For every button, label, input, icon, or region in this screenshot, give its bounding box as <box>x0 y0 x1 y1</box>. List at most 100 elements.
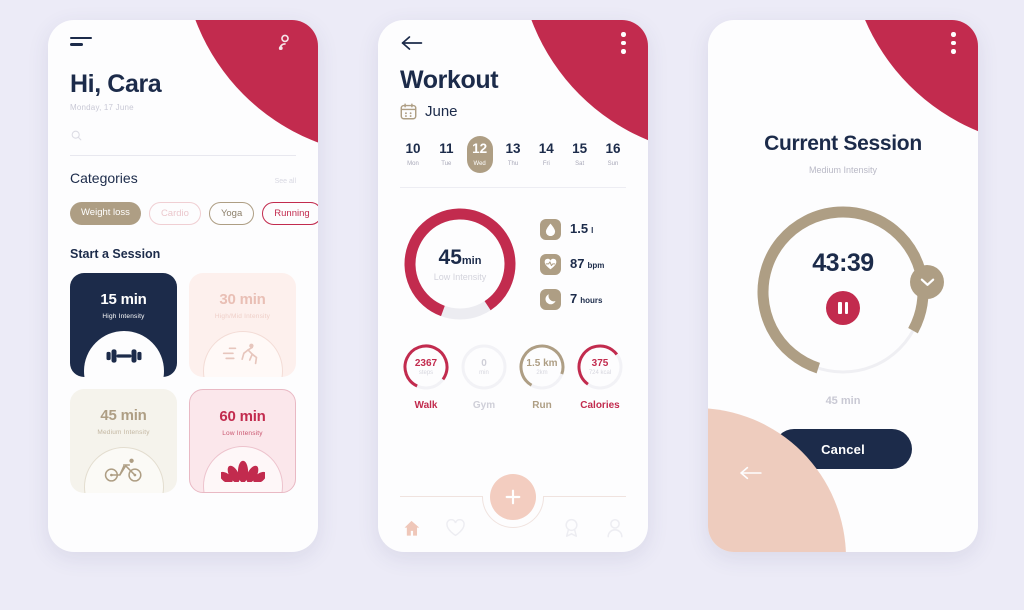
stat-heartrate: 87 bpm <box>540 253 605 275</box>
date-number: 16 <box>605 141 621 156</box>
month-name: June <box>425 103 458 120</box>
category-chip-yoga[interactable]: Yoga <box>208 202 255 225</box>
session-card-intensity: High Intensity <box>102 313 145 320</box>
session-card-time: 15 min <box>100 291 147 308</box>
metric-value: 375 <box>591 358 609 369</box>
categories-header: Categories See all <box>70 170 296 186</box>
plus-icon <box>505 489 521 505</box>
water-drop-icon <box>540 218 561 240</box>
session-duration: 45 min <box>825 395 861 407</box>
date-number: 12 <box>472 141 488 156</box>
chevron-down-icon <box>920 278 934 286</box>
metric-calories[interactable]: 375 724 kcal Calories <box>574 342 626 411</box>
session-subtitle: Medium Intensity <box>808 165 878 175</box>
bottom-navigation <box>378 474 648 552</box>
date-cell-11[interactable]: 11 Tue <box>433 136 459 173</box>
stat-water: 1.5 l <box>540 218 604 240</box>
home-icon[interactable] <box>402 519 421 538</box>
stat-unit: l <box>591 226 594 235</box>
heart-icon[interactable] <box>446 519 465 537</box>
dumbbell-icon <box>106 349 141 363</box>
category-chip-weight-loss[interactable]: Weight loss <box>70 202 141 225</box>
date-number: 10 <box>405 141 421 156</box>
metric-ring-row: 2367 steps Walk 0 min Gym 1.5 km 2km Run… <box>400 342 626 411</box>
metric-gym[interactable]: 0 min Gym <box>458 342 510 411</box>
pause-button[interactable] <box>826 291 860 325</box>
date-dow: Thu <box>507 161 519 167</box>
runner-icon <box>222 343 257 365</box>
hamburger-icon[interactable] <box>70 36 94 50</box>
stat-value: 87 <box>570 256 585 271</box>
month-selector[interactable]: June <box>400 103 626 120</box>
session-card-45min[interactable]: 45 min Medium Intensity <box>70 389 177 493</box>
award-icon[interactable] <box>562 518 581 538</box>
date-cell-10[interactable]: 10 Mon <box>400 136 426 173</box>
date-dow: Mon <box>407 161 419 167</box>
metric-value: 0 <box>481 358 487 369</box>
date-dow: Sun <box>607 161 619 167</box>
stat-value: 1.5 <box>570 221 589 236</box>
session-topbar <box>708 20 978 66</box>
timer-value: 43:39 <box>812 249 874 277</box>
date-dow: Sat <box>575 161 585 167</box>
workout-topbar <box>378 20 648 66</box>
session-title: Current Session <box>764 132 922 155</box>
section-divider <box>400 187 626 188</box>
date-dow: Tue <box>441 161 452 167</box>
date-cell-14[interactable]: 14 Fri <box>533 136 559 173</box>
ring-handle[interactable] <box>910 265 944 299</box>
nav-icon-row <box>402 518 624 538</box>
page-title: Workout <box>400 66 499 94</box>
date-cell-12-selected[interactable]: 12 Wed <box>466 136 493 173</box>
date-number: 14 <box>538 141 554 156</box>
category-chip-list: Weight loss Cardio Yoga Running <box>70 202 318 225</box>
arrow-left-icon[interactable] <box>738 464 764 482</box>
session-card-60min[interactable]: 60 min Low Intensity <box>189 389 296 493</box>
category-chip-running[interactable]: Running <box>262 202 318 225</box>
stat-value: 7 <box>570 291 578 306</box>
heartbeat-icon <box>540 253 561 275</box>
metric-walk[interactable]: 2367 steps Walk <box>400 342 452 411</box>
categories-title: Categories <box>70 170 138 186</box>
timer-ring: 43:39 <box>748 197 944 387</box>
category-chip-cardio[interactable]: Cardio <box>148 202 201 225</box>
session-card-time: 60 min <box>219 408 266 425</box>
session-card-intensity: High/Mid Intensity <box>214 313 271 320</box>
session-card-30min[interactable]: 30 min High/Mid Intensity <box>189 273 296 377</box>
session-card-15min[interactable]: 15 min High Intensity <box>70 273 177 377</box>
stat-sleep: 7 hours <box>540 288 604 310</box>
stat-list: 1.5 l 87 bpm 7 hours <box>540 218 605 310</box>
home-topbar <box>48 20 318 66</box>
metric-sub: 2km <box>536 370 548 376</box>
session-card-time: 30 min <box>219 291 266 308</box>
date-cell-13[interactable]: 13 Thu <box>500 136 526 173</box>
main-progress-ring: 45min Low Intensity <box>400 204 520 324</box>
kebab-menu-icon[interactable] <box>951 32 956 54</box>
metric-run[interactable]: 1.5 km 2km Run <box>516 342 568 411</box>
summary-row: 45min Low Intensity 1.5 l 87 bpm 7 hours <box>400 204 626 324</box>
phone-screen-workout: Workout June 10 Mon 11 Tue 12 Wed 13 Thu… <box>378 20 648 552</box>
calendar-icon <box>400 103 417 120</box>
search-field[interactable] <box>70 129 296 156</box>
main-ring-value: 45 <box>438 246 462 269</box>
metric-name: Run <box>532 400 552 411</box>
stat-unit: bpm <box>587 261 605 270</box>
mockup-stage: Hi, Cara Monday, 17 June Categories See … <box>0 0 1024 610</box>
stat-unit: hours <box>580 296 603 305</box>
date-number: 13 <box>505 141 521 156</box>
see-all-link[interactable]: See all <box>275 178 296 185</box>
date-dow: Wed <box>473 161 486 167</box>
kebab-menu-icon[interactable] <box>621 32 626 54</box>
session-card-intensity: Low Intensity <box>222 430 263 437</box>
user-icon[interactable] <box>274 32 296 54</box>
date-cell-15[interactable]: 15 Sat <box>567 136 593 173</box>
metric-sub: 724 kcal <box>588 370 612 376</box>
date-cell-16[interactable]: 16 Sun <box>600 136 626 173</box>
metric-name: Walk <box>414 400 438 411</box>
add-session-button[interactable] <box>490 474 536 520</box>
session-card-grid: 15 min High Intensity 30 min High/Mid In… <box>70 273 296 493</box>
profile-icon[interactable] <box>606 518 624 538</box>
moon-icon <box>540 288 561 310</box>
arrow-left-icon[interactable] <box>400 34 424 52</box>
phone-screen-home: Hi, Cara Monday, 17 June Categories See … <box>48 20 318 552</box>
